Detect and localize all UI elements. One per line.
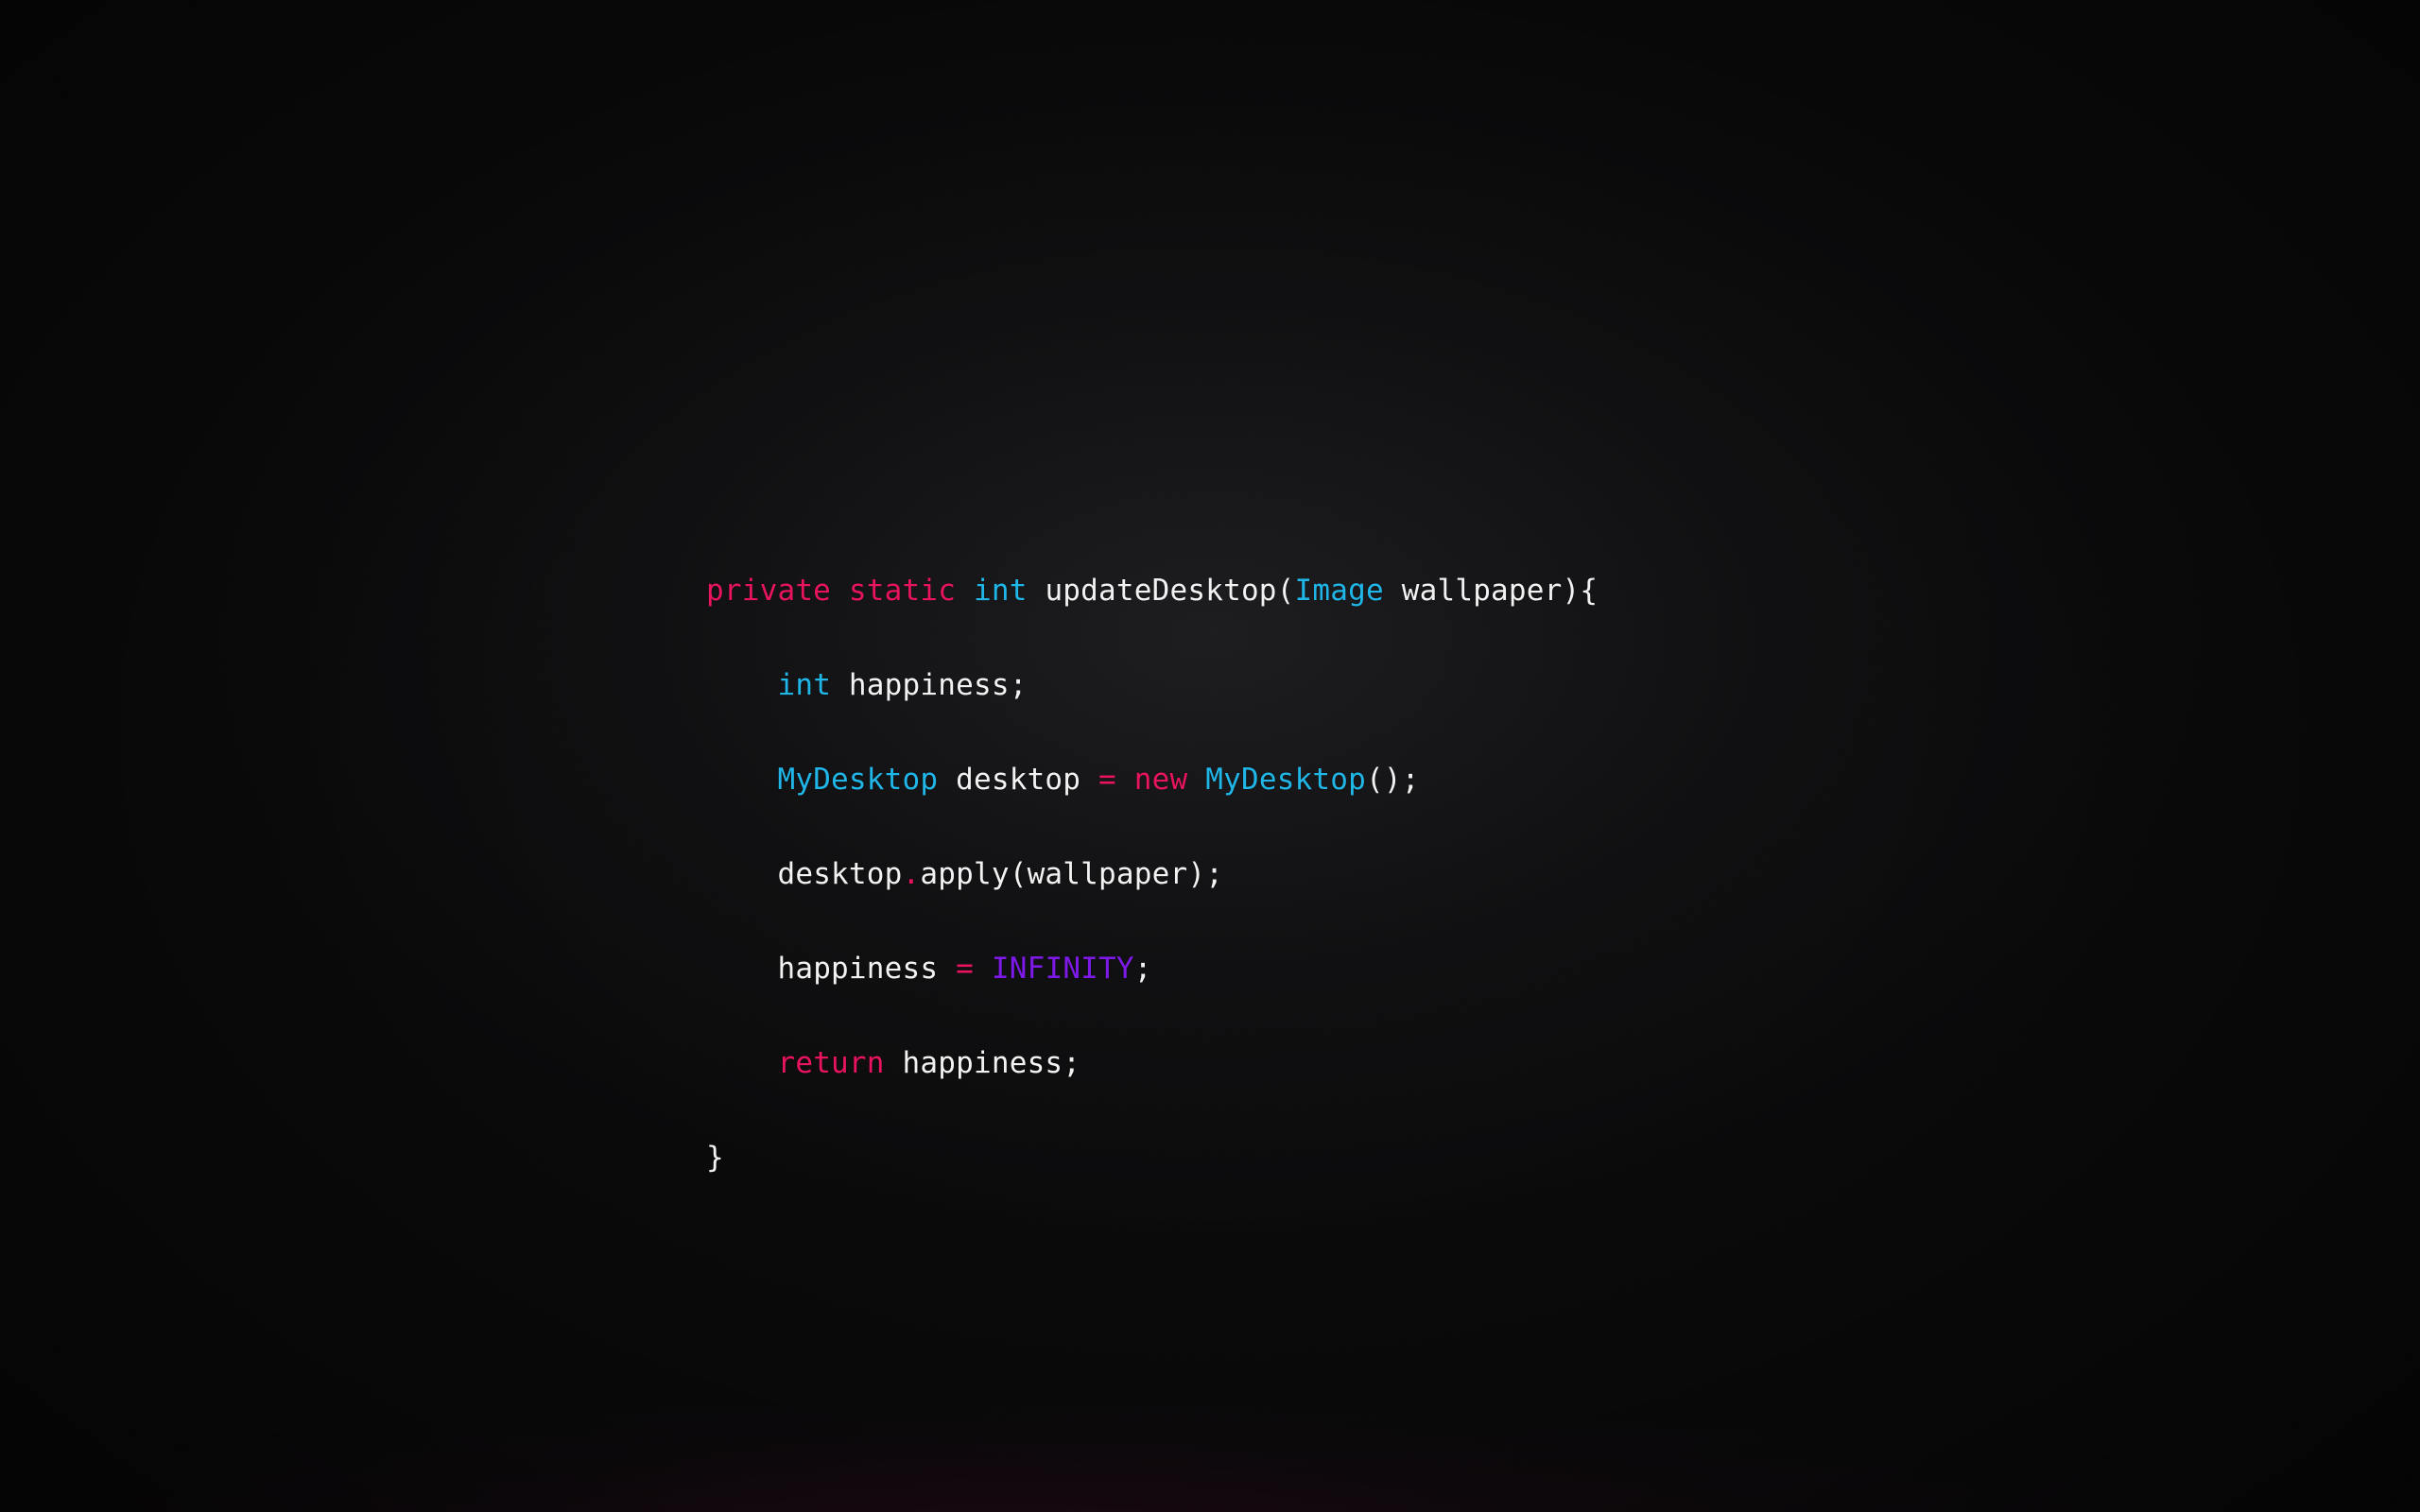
code-line: desktop.apply(wallpaper); [706, 850, 1598, 898]
code-token-keyword: static [848, 574, 957, 608]
code-token-punctuation: ( [1276, 574, 1295, 608]
bottom-pink-glow-secondary-layer [0, 1314, 2420, 1512]
bottom-pink-glow-layer [0, 1181, 2420, 1512]
code-token-keyword: private [706, 574, 832, 608]
code-token-plain: ; [1133, 952, 1152, 986]
code-line: private static int updateDesktop(Image w… [706, 567, 1598, 614]
code-token-type: int [777, 668, 832, 702]
code-token-plain: happiness [777, 952, 957, 986]
code-token-type: MyDesktop [777, 763, 939, 797]
code-line: int happiness; [706, 662, 1598, 709]
code-token-plain: wallpaper [1383, 574, 1563, 608]
code-token-punctuation: ){ [1562, 574, 1599, 608]
code-line: return happiness; [706, 1040, 1598, 1087]
code-token-type: MyDesktop [1205, 763, 1367, 797]
code-token-plain: desktop [777, 857, 903, 891]
code-token-type: Image [1294, 574, 1384, 608]
code-token-constant: INFINITY [991, 952, 1134, 986]
code-token-operator: = [956, 952, 974, 986]
code-token-punctuation: } [706, 1141, 724, 1175]
code-token-punctuation: (); [1366, 763, 1420, 797]
code-token-keyword: return [777, 1046, 885, 1080]
code-token-keyword: new [1133, 763, 1188, 797]
code-token-plain: happiness; [884, 1046, 1081, 1080]
code-token-plain: apply(wallpaper); [920, 857, 1224, 891]
code-line: MyDesktop desktop = new MyDesktop(); [706, 756, 1598, 803]
code-token-plain: desktop [938, 763, 1099, 797]
code-token-operator: . [902, 857, 921, 891]
code-snippet: private static int updateDesktop(Image w… [706, 567, 1598, 1181]
code-token-operator: = [1098, 763, 1116, 797]
code-line: happiness = INFINITY; [706, 945, 1598, 992]
code-token-type: int [973, 574, 1028, 608]
code-token-plain: updateDesktop [1027, 574, 1277, 608]
code-line: } [706, 1134, 1598, 1181]
code-token-plain: happiness; [831, 668, 1028, 702]
